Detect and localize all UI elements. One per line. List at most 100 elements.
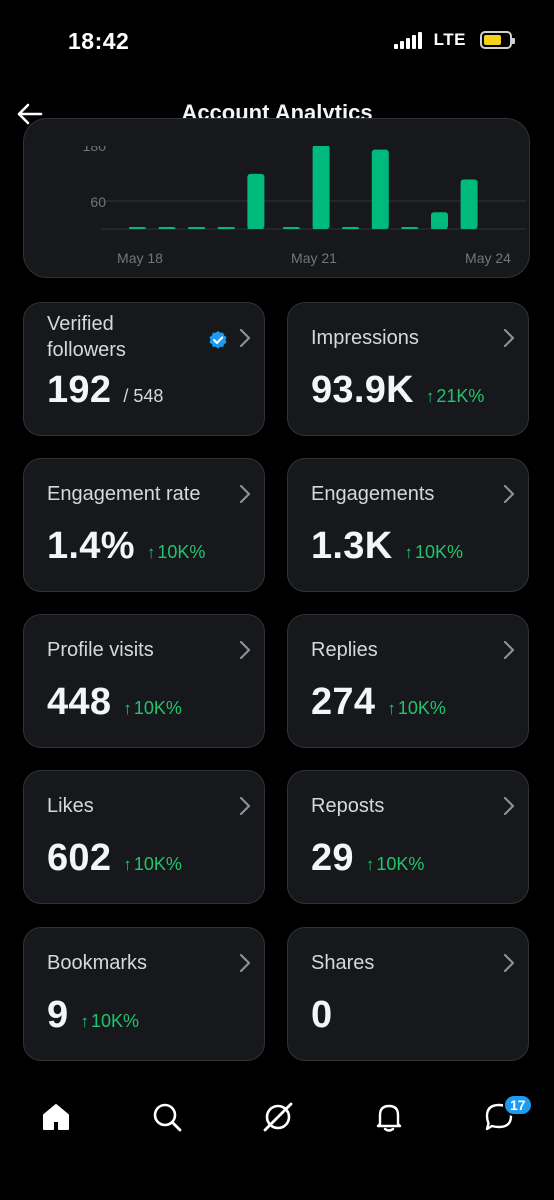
status-time: 18:42 <box>68 28 130 54</box>
bar-series-2 <box>283 227 300 229</box>
bar-series-2 <box>371 149 389 229</box>
metric-card-bookmarks[interactable]: Bookmarks 9 ↑ 10K% <box>23 927 265 1061</box>
metric-card-replies[interactable]: Replies 274 ↑ 10K% <box>287 614 529 748</box>
metric-label: Likes <box>47 795 94 817</box>
arrow-up-icon: ↑ <box>404 543 413 562</box>
status-indicators: LTE <box>393 30 515 50</box>
x-tick-label: May 21 <box>291 250 337 266</box>
chevron-right-icon <box>503 640 515 660</box>
metric-value-row: 29 ↑ 10K% <box>311 837 424 880</box>
bar-series-2 <box>401 227 419 229</box>
metric-change-value: 10K% <box>397 698 446 718</box>
chevron-right-icon <box>239 796 251 816</box>
analytics-screen: 18:42 LTE Account Analytics 180 60 May 18 M… <box>0 0 554 1200</box>
metric-value: 0 <box>311 994 333 1036</box>
bar-series-2 <box>247 173 265 229</box>
arrow-up-icon: ↑ <box>80 1012 89 1031</box>
metric-card-engagements[interactable]: Engagements 1.3K ↑ 10K% <box>287 458 529 592</box>
battery-level <box>484 35 501 45</box>
arrow-up-icon: ↑ <box>425 387 435 406</box>
bar-series-2 <box>312 146 330 229</box>
metric-change-value: 21K% <box>436 386 485 406</box>
metric-value: 448 <box>47 681 112 723</box>
y-tick-label: 180 <box>83 146 107 154</box>
metric-change: ↑ 10K% <box>123 698 182 719</box>
metric-card-verified-followers[interactable]: Verified followers 192 / 548 <box>23 302 265 436</box>
metric-value-row: 1.4% ↑ 10K% <box>47 525 205 568</box>
metric-change: ↑ 10K% <box>123 854 182 875</box>
x-tick-label: May 18 <box>117 250 163 266</box>
metric-value: 192 <box>47 369 112 411</box>
grok-icon <box>263 1102 293 1132</box>
verified-badge-icon <box>209 331 227 349</box>
nav-grok[interactable] <box>248 1080 308 1154</box>
nav-search[interactable] <box>137 1080 197 1154</box>
metric-value-row: 9 ↑ 10K% <box>47 994 139 1037</box>
metric-value: 93.9K <box>311 369 414 411</box>
battery-icon <box>480 31 515 49</box>
nav-notifications[interactable] <box>359 1080 419 1154</box>
bar-series-2 <box>129 227 146 229</box>
bar-series-2 <box>460 179 478 229</box>
signal-icon <box>393 31 422 49</box>
metric-value: 1.3K <box>311 525 393 567</box>
arrow-up-icon: ↑ <box>365 855 375 874</box>
x-tick-label: May 24 <box>465 250 511 266</box>
nav-home[interactable] <box>26 1080 86 1154</box>
metric-label: Engagements <box>311 483 435 505</box>
chevron-right-icon <box>239 328 251 348</box>
metric-card-likes[interactable]: Likes 602 ↑ 10K% <box>23 770 265 904</box>
metric-change: ↑ 10K% <box>80 1011 139 1032</box>
chevron-right-icon <box>239 484 251 504</box>
metric-card-engagement-rate[interactable]: Engagement rate 1.4% ↑ 10K% <box>23 458 265 592</box>
metric-card-shares[interactable]: Shares 0 <box>287 927 529 1061</box>
metric-change-value: 10K% <box>376 854 425 874</box>
y-tick-label: 60 <box>90 194 106 210</box>
metric-label: Replies <box>311 639 378 661</box>
metric-label: Profile visits <box>47 639 154 661</box>
search-icon <box>153 1103 182 1132</box>
metric-label: Bookmarks <box>47 952 148 974</box>
metric-card-impressions[interactable]: Impressions 93.9K ↑ 21K% <box>287 302 529 436</box>
metric-label: Reposts <box>311 795 385 817</box>
chevron-right-icon <box>503 328 515 348</box>
chevron-right-icon <box>503 484 515 504</box>
nav-messages[interactable]: 17 <box>469 1080 533 1154</box>
arrow-up-icon: ↑ <box>146 543 156 562</box>
metric-value-row: 448 ↑ 10K% <box>47 681 182 724</box>
bar-chart: 180 60 May 18 May 21 May 24 <box>83 146 526 266</box>
metric-value-row: 0 <box>311 994 332 1037</box>
chevron-right-icon <box>239 640 251 660</box>
metric-label: Shares <box>311 952 375 974</box>
arrow-up-icon: ↑ <box>123 699 132 718</box>
bar-series-2 <box>158 227 176 229</box>
impressions-chart-card: 180 60 May 18 May 21 May 24 <box>23 118 530 278</box>
metric-total: / 548 <box>123 386 164 406</box>
metric-change: ↑ 10K% <box>404 542 463 563</box>
metric-change-value: 10K% <box>157 542 206 562</box>
bottom-navigation: 17 <box>0 1080 554 1160</box>
bar-series-2 <box>342 227 360 229</box>
metric-change: ↑ 21K% <box>426 386 485 407</box>
notifications-icon <box>376 1104 402 1132</box>
chevron-right-icon <box>239 953 251 973</box>
metric-change-value: 10K% <box>133 698 182 718</box>
metric-value: 274 <box>311 681 376 723</box>
metric-value-row: 1.3K ↑ 10K% <box>311 525 463 568</box>
chevron-right-icon <box>503 953 515 973</box>
arrow-up-icon: ↑ <box>123 855 132 874</box>
metric-change: ↑ 10K% <box>147 542 206 563</box>
metric-value: 602 <box>47 837 112 879</box>
messages-badge: 17 <box>503 1094 533 1116</box>
metric-value: 9 <box>47 994 69 1036</box>
chevron-right-icon <box>503 796 515 816</box>
metric-label: Engagement rate <box>47 483 201 505</box>
metric-value-row: 192 / 548 <box>47 369 163 412</box>
metric-change: ↑ 10K% <box>387 698 446 719</box>
metric-value: 29 <box>311 837 354 879</box>
metric-label: Impressions <box>311 327 419 349</box>
bar-series-2 <box>431 212 448 229</box>
metric-card-reposts[interactable]: Reposts 29 ↑ 10K% <box>287 770 529 904</box>
metric-change-value: 10K% <box>133 854 182 874</box>
metric-card-profile-visits[interactable]: Profile visits 448 ↑ 10K% <box>23 614 265 748</box>
